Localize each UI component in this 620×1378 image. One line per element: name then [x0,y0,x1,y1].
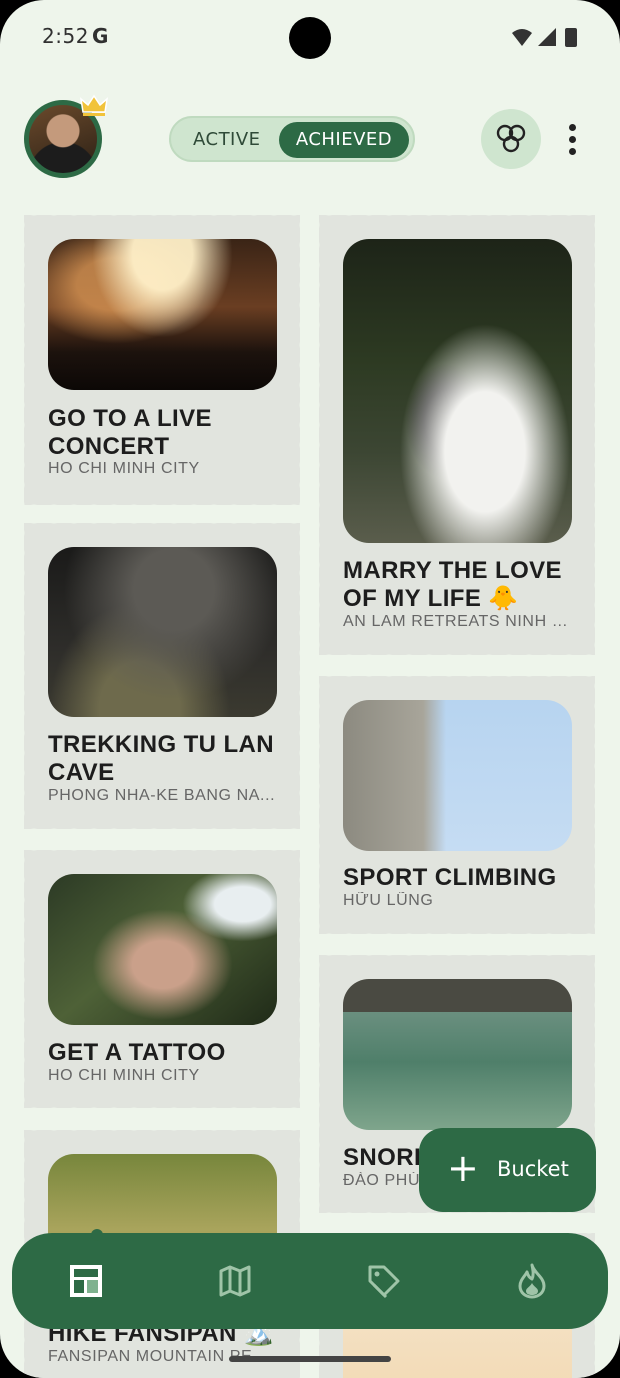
nav-streak[interactable] [512,1261,552,1301]
card-location: AN LAM RETREATS NINH V... [343,613,573,630]
tag-icon [368,1265,400,1299]
card-photo [343,239,572,543]
card-photo [343,979,572,1130]
hexagons-button[interactable] [481,109,541,169]
card-location: HO CHI MINH CITY [48,1067,200,1084]
add-bucket-label: Bucket [497,1157,569,1181]
battery-icon [565,28,577,47]
profile-avatar-button[interactable] [24,94,108,180]
crown-icon [80,94,108,116]
card-title: GO TO A LIVE CONCERT [48,405,212,460]
google-icon: G [92,24,109,48]
toggle-active[interactable]: ACTIVE [193,129,261,150]
map-icon [219,1265,251,1297]
home-indicator[interactable] [229,1356,391,1362]
card-title: GET A TATTOO [48,1039,226,1066]
card-title: SPORT CLIMBING [343,864,557,891]
status-bar: 2:52 G [0,0,620,78]
more-dot [568,124,576,131]
hexagons-icon [496,124,526,153]
more-options-button[interactable] [560,120,584,160]
card-photo [343,700,572,851]
camera-cutout [289,17,331,59]
nav-tags[interactable] [364,1261,404,1301]
card-location: PHONG NHA-KE BANG NA... [48,787,276,804]
more-dot [568,148,576,155]
card-location: HO CHI MINH CITY [48,460,200,477]
card-title: TREKKING TU LAN CAVE [48,731,274,786]
bucket-card[interactable]: TREKKING TU LAN CAVE PHONG NHA-KE BANG N… [18,517,306,835]
card-title: MARRY THE LOVE OF MY LIFE 🐥 [343,557,562,612]
card-photo [48,239,277,390]
signal-icon [538,28,556,46]
bucket-card[interactable]: GO TO A LIVE CONCERT HO CHI MINH CITY [18,209,306,511]
app-screen: 2:52 G ACTIVE ACHIEVED GO TO A LIVE CONC… [0,0,620,1378]
add-bucket-button[interactable]: + Bucket [419,1128,596,1212]
status-time: 2:52 [42,24,89,48]
nav-selected-indicator [91,1229,103,1241]
bottom-navigation [12,1229,608,1329]
flame-icon [518,1263,546,1299]
nav-dashboard[interactable] [66,1261,106,1301]
bucket-card[interactable]: SPORT CLIMBING HỮU LŨNG [313,670,601,940]
card-photo [48,547,277,717]
status-toggle: ACTIVE ACHIEVED [169,116,415,162]
bucket-card[interactable]: GET A TATTOO HO CHI MINH CITY [18,844,306,1114]
nav-map[interactable] [215,1261,255,1301]
bucket-card[interactable]: MARRY THE LOVE OF MY LIFE 🐥 AN LAM RETRE… [313,209,601,661]
dashboard-icon [70,1265,102,1297]
wifi-icon [512,29,532,46]
more-dot [568,136,576,143]
plus-icon: + [447,1146,479,1190]
toggle-achieved[interactable]: ACHIEVED [279,122,409,158]
system-status-icons [512,28,577,47]
card-location: HỮU LŨNG [343,892,434,909]
card-photo [48,874,277,1025]
